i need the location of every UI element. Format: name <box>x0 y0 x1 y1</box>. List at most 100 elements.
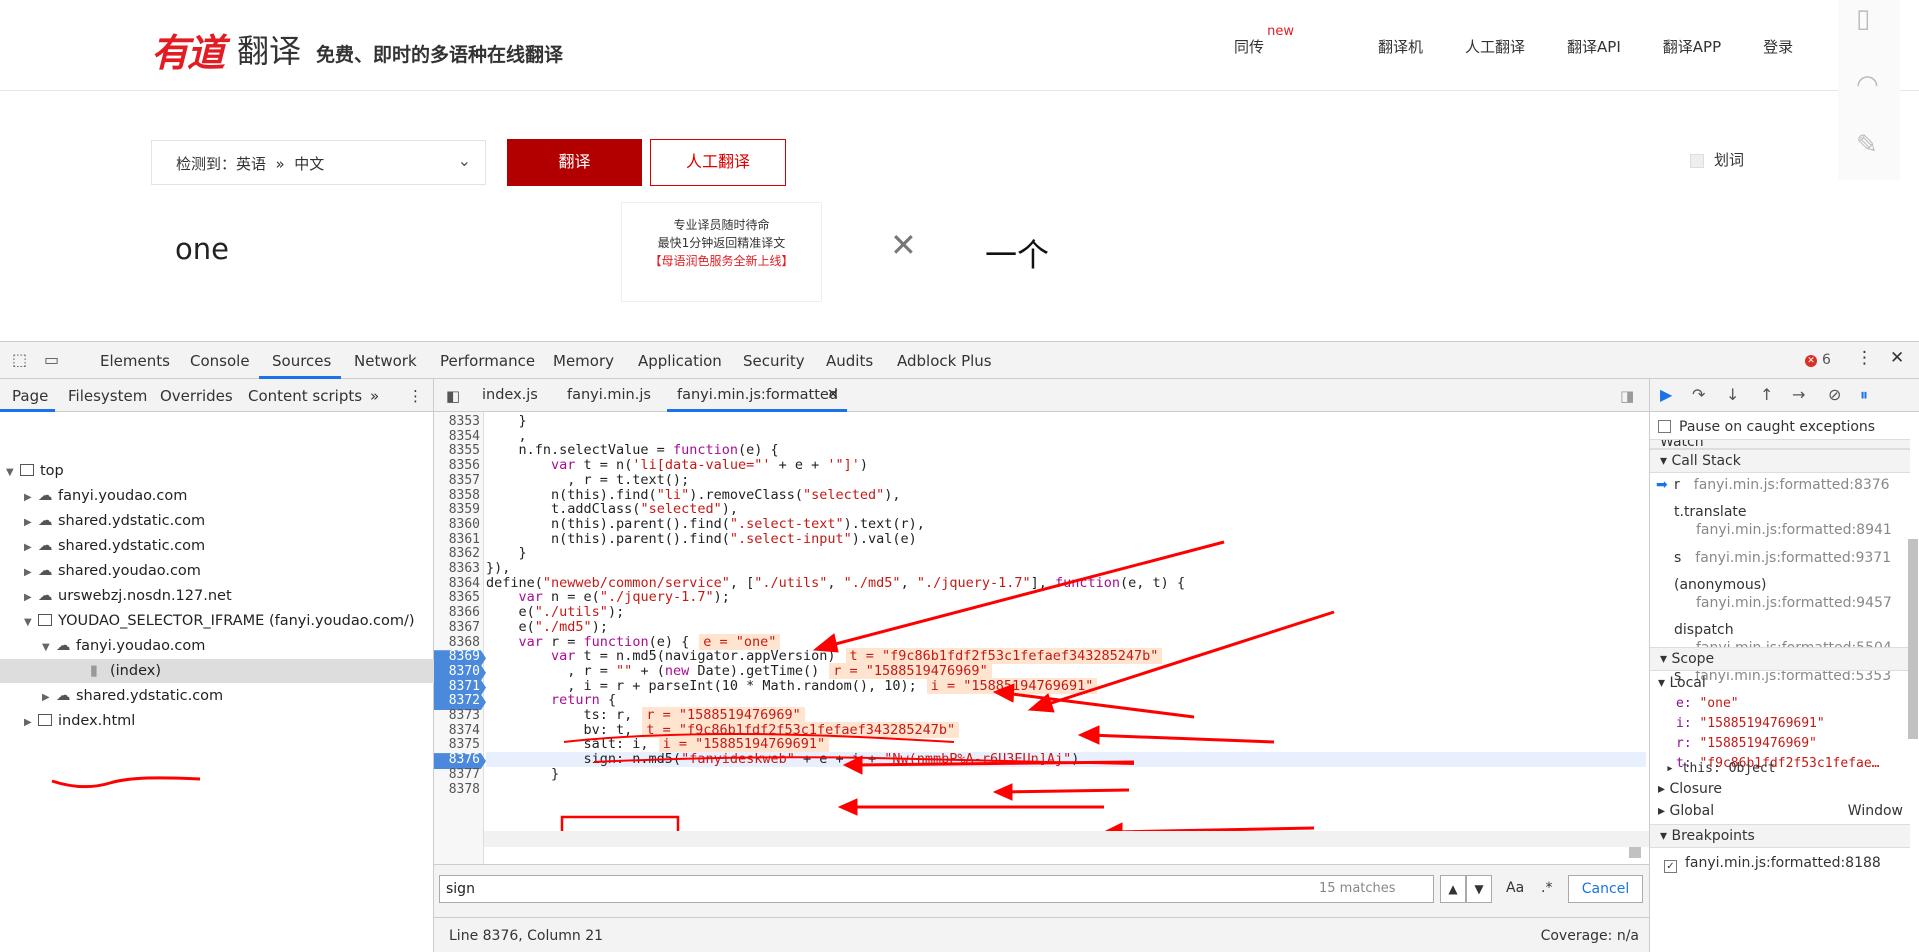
scope-this[interactable]: ▸ this: Object <box>1666 761 1776 776</box>
checkbox-checked[interactable]: ✓ <box>1664 860 1677 873</box>
horizontal-scrollbar[interactable] <box>484 831 1649 847</box>
line-number[interactable]: 8372 <box>434 693 484 708</box>
scope-variable[interactable]: r: "1588519476969" <box>1676 736 1817 751</box>
triangle-down-icon[interactable]: ▼ <box>24 611 38 635</box>
line-number[interactable]: 8366 <box>434 605 484 620</box>
line-number[interactable]: 8371 <box>434 679 484 694</box>
line-gutter[interactable]: 8353 8354 8355 8356 8357 8358 8359 8360 8361 8362… <box>434 412 486 864</box>
scope-global[interactable]: ▸ Global Window <box>1658 803 1903 819</box>
section-breakpoints[interactable]: ▾ Breakpoints <box>1650 824 1910 848</box>
resume-icon[interactable]: ▶ <box>1660 385 1672 404</box>
toggle-debugger-icon[interactable]: ◨ <box>1620 387 1634 405</box>
line-number[interactable]: 8376 <box>434 752 484 767</box>
nav-human-translation[interactable]: 人工翻译 <box>1465 36 1525 57</box>
line-number[interactable]: 8358 <box>434 488 484 503</box>
line-number[interactable]: 8360 <box>434 517 484 532</box>
tree-item[interactable]: ▼ YOUDAO_SELECTOR_IFRAME (fanyi.youdao.co… <box>24 609 414 633</box>
nav-tab-content-scripts[interactable]: Content scripts <box>248 387 362 405</box>
pause-exceptions-icon[interactable]: ⏸ <box>1860 385 1868 405</box>
feedback-icon[interactable]: ✎ <box>1856 130 1878 160</box>
editor-tab-fanyi-formatted[interactable]: fanyi.min.js:formatted <box>677 387 838 403</box>
line-number[interactable]: 8375 <box>434 737 484 752</box>
triangle-right-icon[interactable]: ▶ <box>24 511 38 535</box>
scope-local[interactable]: ▾ Local <box>1658 675 1706 691</box>
tree-item[interactable]: ▶ ☁ urswebzj.nosdn.127.net <box>24 584 232 608</box>
step-into-icon[interactable]: ↓ <box>1726 385 1739 404</box>
close-devtools-icon[interactable]: ✕ <box>1890 348 1904 368</box>
pause-caught-option[interactable]: Pause on caught exceptions <box>1658 419 1875 435</box>
nav-tab-filesystem[interactable]: Filesystem <box>68 387 147 405</box>
tree-item[interactable]: ▶ ☁ shared.youdao.com <box>24 559 201 583</box>
tree-item[interactable]: ▶ index.html <box>24 709 135 733</box>
triangle-right-icon[interactable]: ▶ <box>42 686 56 710</box>
call-frame[interactable]: (anonymous) fanyi.min.js:formatted:9457 <box>1674 576 1892 612</box>
word-select-toggle[interactable]: 划词 <box>1690 149 1744 170</box>
line-number[interactable]: 8367 <box>434 620 484 635</box>
tree-item[interactable]: ▶ ☁ fanyi.youdao.com <box>24 484 187 508</box>
tab-adblock-plus[interactable]: Adblock Plus <box>897 352 992 370</box>
step-over-icon[interactable]: ↷ <box>1692 385 1705 404</box>
sidebar-scroll-thumb[interactable] <box>1908 539 1918 739</box>
regex-toggle[interactable]: .* <box>1541 880 1552 896</box>
line-number[interactable]: 8355 <box>434 443 484 458</box>
line-number[interactable]: 8368 <box>434 635 484 650</box>
line-number[interactable]: 8373 <box>434 708 484 723</box>
call-frame[interactable]: t.translate fanyi.min.js:formatted:8941 <box>1674 503 1892 539</box>
translate-button[interactable]: 翻译 <box>507 139 642 186</box>
tree-item[interactable]: ▶ ☁ shared.ydstatic.com <box>24 534 205 558</box>
cancel-search-button[interactable]: Cancel <box>1568 875 1643 903</box>
nav-translate-app[interactable]: 翻译APP <box>1663 36 1721 57</box>
line-number[interactable]: 8369 <box>434 649 484 664</box>
triangle-right-icon[interactable]: ▶ <box>24 536 38 560</box>
device-toggle-icon[interactable]: ▭ <box>44 350 59 369</box>
tree-item[interactable]: ▼ ☁ fanyi.youdao.com <box>42 634 205 658</box>
deactivate-breakpoints-icon[interactable]: ⊘ <box>1828 385 1841 404</box>
tree-item[interactable]: ▶ ☁ shared.ydstatic.com <box>42 684 223 708</box>
nav-tab-page[interactable]: Page <box>12 387 48 405</box>
line-number[interactable]: 8370 <box>434 664 484 679</box>
close-tab-icon[interactable]: ✕ <box>827 387 839 403</box>
code-line[interactable]: n(this).parent().find(".select-input").v… <box>486 531 917 547</box>
line-number[interactable]: 8354 <box>434 429 484 444</box>
editor-tab-fanyi-min-js[interactable]: fanyi.min.js <box>567 387 651 403</box>
line-number[interactable]: 8356 <box>434 458 484 473</box>
search-input[interactable] <box>439 875 1434 903</box>
code-line[interactable]: } <box>486 766 559 782</box>
line-number[interactable]: 8374 <box>434 723 484 738</box>
match-case-toggle[interactable]: Aa <box>1506 880 1524 896</box>
section-call-stack[interactable]: ▾ Call Stack <box>1650 449 1910 473</box>
phone-icon[interactable]: ▯ <box>1856 4 1870 34</box>
triangle-down-icon[interactable]: ▼ <box>42 636 56 660</box>
section-scope[interactable]: ▾ Scope <box>1650 647 1910 671</box>
line-number[interactable]: 8377 <box>434 767 484 782</box>
tab-audits[interactable]: Audits <box>826 352 873 370</box>
breakpoint-item[interactable]: ✓ fanyi.min.js:formatted:8188 <box>1664 855 1881 873</box>
line-number[interactable]: 8357 <box>434 473 484 488</box>
logo[interactable]: 有道 <box>151 22 225 77</box>
headset-icon[interactable]: ◠ <box>1856 70 1879 100</box>
nav-tab-overrides[interactable]: Overrides <box>160 387 233 405</box>
tab-performance[interactable]: Performance <box>440 352 535 370</box>
line-number[interactable]: 8361 <box>434 532 484 547</box>
tree-item[interactable]: ▮ (index) <box>0 659 434 683</box>
code-line[interactable]: sign: n.md5("fanyideskweb" + e + i + "Nw… <box>486 752 1646 768</box>
line-number[interactable]: 8353 <box>434 414 484 429</box>
next-match-button[interactable]: ▼ <box>1466 875 1492 903</box>
checkbox[interactable] <box>1658 420 1671 433</box>
line-number[interactable]: 8364 <box>434 576 484 591</box>
line-number[interactable]: 8359 <box>434 502 484 517</box>
prev-match-button[interactable]: ▲ <box>1440 875 1466 903</box>
triangle-right-icon[interactable]: ▶ <box>24 561 38 585</box>
code-view[interactable]: 8353 8354 8355 8356 8357 8358 8359 8360 8361 8362… <box>434 412 1649 864</box>
tree-item[interactable]: ▼ top <box>6 459 64 483</box>
triangle-right-icon[interactable]: ▶ <box>24 586 38 610</box>
line-number[interactable]: 8365 <box>434 590 484 605</box>
tab-network[interactable]: Network <box>354 352 417 370</box>
triangle-down-icon[interactable]: ▼ <box>6 461 20 485</box>
human-translate-button[interactable]: 人工翻译 <box>650 139 786 186</box>
checkbox[interactable] <box>1690 153 1704 168</box>
call-frame[interactable]: s fanyi.min.js:formatted:9371 <box>1674 550 1891 566</box>
close-icon[interactable]: ✕ <box>890 226 917 264</box>
nav-translator-device[interactable]: 翻译机 <box>1378 36 1423 57</box>
scope-variable[interactable]: i: "15885194769691" <box>1676 716 1825 731</box>
